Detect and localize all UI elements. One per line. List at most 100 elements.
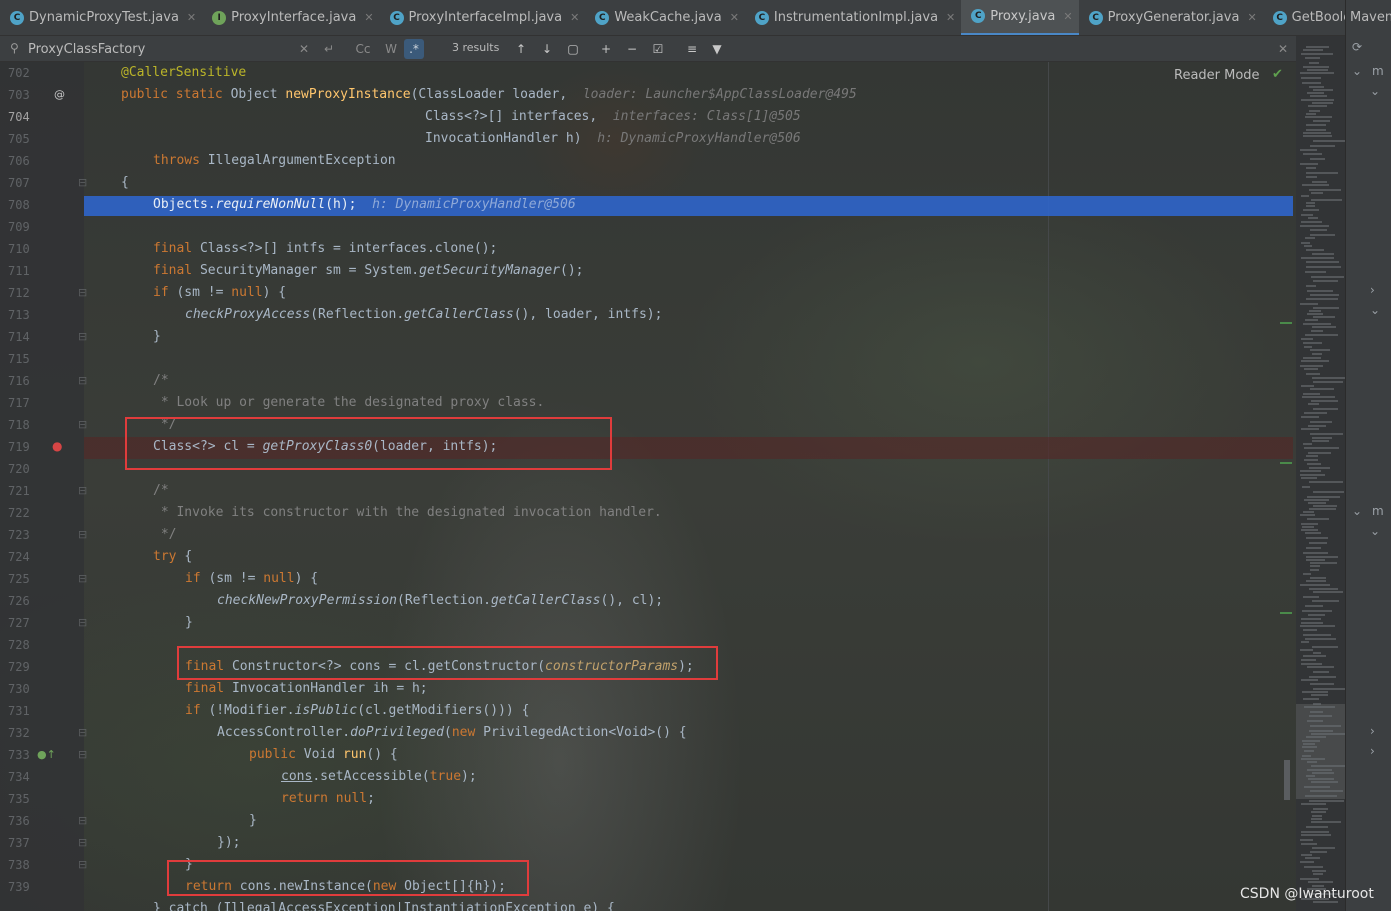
line-number: 738 <box>8 858 30 872</box>
minimap-line <box>1306 826 1328 828</box>
line-number: 732 <box>8 726 30 740</box>
watermark-text: CSDN @Iwanturoot <box>1240 886 1374 902</box>
clear-icon[interactable]: ✕ <box>297 39 311 59</box>
chevron-right-icon[interactable]: › <box>1370 283 1375 297</box>
minimap-line <box>1310 790 1343 792</box>
code-line-722: * Invoke its constructor with the design… <box>153 505 662 520</box>
annotation-marker-icon[interactable]: @ <box>54 88 65 101</box>
breakpoint-icon[interactable]: ● <box>52 439 62 453</box>
search-input[interactable] <box>28 38 318 60</box>
tab-proxy[interactable]: C Proxy.java ✕ <box>961 0 1079 35</box>
code-editor[interactable]: @CallerSensitive public static Object ne… <box>84 62 1296 911</box>
tab-instrumentationimpl[interactable]: C InstrumentationImpl.java ✕ <box>745 0 961 35</box>
class-file-icon: C <box>389 10 404 25</box>
close-icon[interactable]: ✕ <box>730 11 739 24</box>
chevron-down-icon[interactable]: ⌄ <box>1352 504 1362 518</box>
close-search-icon[interactable]: ✕ <box>1276 39 1290 59</box>
maven-project-icon[interactable]: m <box>1372 64 1384 78</box>
minimap-line <box>1310 145 1335 147</box>
arrow-up-icon[interactable]: ↑ <box>513 39 529 59</box>
minimap-line <box>1307 290 1333 292</box>
close-icon[interactable]: ✕ <box>187 11 196 24</box>
chevron-right-icon[interactable]: › <box>1370 744 1375 758</box>
class-file-icon: C <box>10 10 24 25</box>
tab-getbooleanaction[interactable]: CGetBooleanAction.java✕ <box>1263 0 1345 35</box>
minimap-line <box>1302 184 1329 186</box>
new-line-icon[interactable]: ↵ <box>320 39 338 59</box>
regex-button[interactable]: .* <box>404 39 424 59</box>
minimap-line <box>1306 202 1315 204</box>
line-number-gutter[interactable]: 702 703 704 705 706 707 708 709 710 711 … <box>0 62 87 911</box>
minimap-line <box>1302 486 1310 488</box>
code-line-740: } catch (IllegalAccessException|Instanti… <box>153 901 615 911</box>
close-icon[interactable]: ✕ <box>364 11 373 24</box>
minimap-line <box>1313 307 1339 309</box>
close-icon[interactable]: ✕ <box>1247 11 1256 24</box>
minimap-line <box>1306 46 1329 48</box>
minimap-line <box>1303 209 1319 211</box>
filter-icon[interactable]: ▼ <box>709 39 725 59</box>
minimap-line <box>1302 526 1314 528</box>
tab-label: InstrumentationImpl.java <box>773 10 939 25</box>
minimap-line <box>1307 313 1323 315</box>
minimap-line <box>1310 294 1339 296</box>
close-icon[interactable]: ✕ <box>946 11 955 24</box>
minimap-line <box>1313 808 1328 810</box>
open-in-window-icon[interactable]: ▢ <box>565 39 581 59</box>
minimap-line <box>1300 839 1313 841</box>
minimap-line <box>1313 505 1337 507</box>
tab-proxygenerator[interactable]: C ProxyGenerator.java ✕ <box>1079 0 1263 35</box>
tab-proxyinterface[interactable]: I ProxyInterface.java ✕ <box>202 0 379 35</box>
reader-mode-button[interactable]: Reader Mode <box>1174 68 1260 83</box>
minimap-line <box>1307 518 1329 520</box>
minimap-line <box>1301 834 1331 836</box>
list-icon[interactable]: ≡ <box>683 39 701 59</box>
minimap-line <box>1312 253 1334 255</box>
minimap-line <box>1301 416 1319 418</box>
close-icon[interactable]: ✕ <box>570 11 579 24</box>
minimap-line <box>1312 102 1333 104</box>
minimap-line <box>1301 641 1309 643</box>
arrow-down-icon[interactable]: ↓ <box>539 39 555 59</box>
chevron-down-icon[interactable]: ⌄ <box>1352 64 1362 78</box>
minimap-line <box>1307 69 1328 71</box>
code-line-737: }); <box>217 835 241 850</box>
tab-proxyinterfaceimpl[interactable]: C ProxyInterfaceImpl.java ✕ <box>380 0 586 35</box>
line-number: 718 <box>8 418 30 432</box>
match-case-button[interactable]: Cc <box>354 39 372 59</box>
close-icon[interactable]: ✕ <box>1063 10 1072 23</box>
select-all-occurrences-icon[interactable]: ☑ <box>649 39 667 59</box>
code-line-702: @CallerSensitive <box>121 65 247 80</box>
minimap-line <box>1309 730 1333 732</box>
chevron-down-icon[interactable]: ⌄ <box>1370 524 1380 538</box>
refresh-icon[interactable]: ⟳ <box>1352 40 1362 54</box>
whole-words-icon[interactable]: W <box>382 39 400 59</box>
add-occurrence-icon[interactable]: + <box>597 39 615 59</box>
minimap-line <box>1313 591 1343 593</box>
minimap-line <box>1310 683 1334 685</box>
minimap-line <box>1306 298 1338 300</box>
tab-dynamicproxytest[interactable]: C DynamicProxyTest.java ✕ <box>0 0 202 35</box>
maven-project-icon[interactable]: m <box>1372 504 1384 518</box>
search-icon[interactable]: ⚲ <box>10 41 19 55</box>
minimap-line <box>1301 195 1309 197</box>
scrollbar-thumb[interactable] <box>1284 760 1290 800</box>
minimap-line <box>1310 95 1327 97</box>
chevron-down-icon[interactable]: ⌄ <box>1370 303 1380 317</box>
line-number: 726 <box>8 594 30 608</box>
minimap-line <box>1305 605 1323 607</box>
debug-inline-value: h: DynamicProxyHandler@506 <box>597 131 801 146</box>
code-minimap[interactable] <box>1296 36 1345 911</box>
remove-occurrence-icon[interactable]: − <box>623 39 641 59</box>
chevron-down-icon[interactable]: ⌄ <box>1370 84 1380 98</box>
minimap-line <box>1313 491 1344 493</box>
minimap-line <box>1301 679 1318 681</box>
minimap-line <box>1310 725 1341 727</box>
minimap-line <box>1311 400 1338 402</box>
chevron-right-icon[interactable]: › <box>1370 724 1375 738</box>
change-marker <box>1280 322 1292 324</box>
implements-method-icon[interactable]: ●↑ <box>37 748 56 761</box>
minimap-line <box>1313 381 1343 383</box>
maven-panel-label[interactable]: Maven <box>1350 10 1391 25</box>
tab-weakcache[interactable]: C WeakCache.java ✕ <box>585 0 745 35</box>
